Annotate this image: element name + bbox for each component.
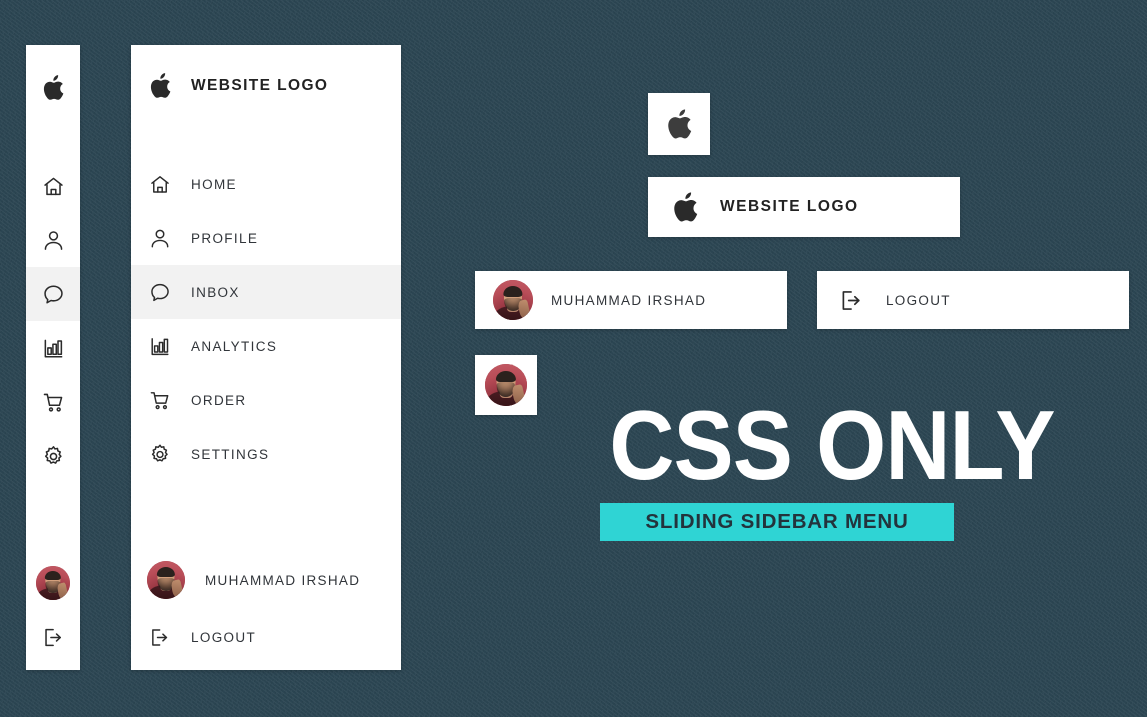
- user-name: MUHAMMAD IRSHAD: [551, 292, 707, 308]
- collapsed-sidebar-logo[interactable]: [26, 59, 80, 117]
- stage: WEBSITE LOGO HOME PROFILE INBOX ANALYTIC…: [0, 0, 1147, 717]
- sidebar-footer: MUHAMMAD IRSHAD LOGOUT: [131, 550, 401, 670]
- sidebar-user-row[interactable]: MUHAMMAD IRSHAD: [131, 550, 401, 610]
- cart-icon: [149, 389, 171, 412]
- sidebar-item-label: SETTINGS: [191, 446, 270, 462]
- logout-icon: [42, 626, 65, 649]
- chat-icon: [42, 283, 65, 306]
- person-icon: [42, 229, 65, 252]
- gear-icon: [149, 443, 171, 466]
- sidebar-item-logout[interactable]: LOGOUT: [131, 610, 401, 664]
- analytics-icon: [149, 335, 171, 358]
- subtitle-banner: SLIDING SIDEBAR MENU: [600, 503, 954, 542]
- collapsed-sidebar-footer: [26, 556, 80, 670]
- logout-label: LOGOUT: [886, 292, 951, 308]
- sidebar-item-logout[interactable]: [26, 610, 80, 664]
- sidebar-item-label: ANALYTICS: [191, 338, 278, 354]
- expanded-sidebar: WEBSITE LOGO HOME PROFILE INBOX ANALYTIC…: [131, 45, 401, 670]
- brand-name: WEBSITE LOGO: [191, 77, 329, 94]
- cart-icon: [42, 391, 65, 414]
- collapsed-sidebar: [26, 45, 80, 670]
- apple-logo-icon: [42, 75, 64, 101]
- sidebar-item-inbox[interactable]: [26, 267, 80, 321]
- logout-icon: [149, 626, 171, 649]
- sidebar-item-analytics[interactable]: ANALYTICS: [131, 319, 401, 373]
- sidebar-item-label: INBOX: [191, 284, 240, 300]
- apple-logo-icon: [672, 191, 698, 223]
- avatar: [36, 566, 70, 600]
- apple-logo-icon: [666, 108, 692, 140]
- sidebar-item-profile[interactable]: PROFILE: [131, 211, 401, 265]
- sidebar-item-inbox[interactable]: INBOX: [131, 265, 401, 319]
- analytics-icon: [42, 337, 65, 360]
- collapsed-nav-list: [26, 159, 80, 483]
- sidebar-item-settings[interactable]: SETTINGS: [131, 427, 401, 481]
- sidebar-item-label: PROFILE: [191, 230, 259, 246]
- sidebar-item-label: ORDER: [191, 392, 247, 408]
- home-icon: [149, 173, 171, 196]
- person-icon: [149, 227, 171, 250]
- sidebar-nav: HOME PROFILE INBOX ANALYTICS ORDER SETTI…: [131, 157, 401, 481]
- sidebar-item-analytics[interactable]: [26, 321, 80, 375]
- logout-callout-card: LOGOUT: [817, 271, 1129, 329]
- gear-icon: [42, 445, 65, 468]
- hero-block: CSS ONLY SLIDING SIDEBAR MENU: [594, 390, 1056, 542]
- page-title: CSS ONLY: [609, 390, 1055, 500]
- sidebar-item-profile[interactable]: [26, 213, 80, 267]
- avatar-callout-card: [475, 355, 537, 415]
- collapsed-avatar-row[interactable]: [26, 556, 80, 610]
- logout-icon: [839, 288, 864, 313]
- brand-name: WEBSITE LOGO: [720, 198, 859, 215]
- user-name: MUHAMMAD IRSHAD: [205, 572, 361, 588]
- sidebar-item-label: LOGOUT: [191, 629, 257, 645]
- avatar: [147, 561, 185, 599]
- logo-full-callout-card: WEBSITE LOGO: [648, 177, 960, 237]
- sidebar-item-home[interactable]: HOME: [131, 157, 401, 211]
- sidebar-item-settings[interactable]: [26, 429, 80, 483]
- collapsed-sidebar-spacer: [26, 117, 80, 159]
- sidebar-item-order[interactable]: ORDER: [131, 373, 401, 427]
- sidebar-item-home[interactable]: [26, 159, 80, 213]
- page-subtitle: SLIDING SIDEBAR MENU: [645, 510, 909, 534]
- sidebar-brand[interactable]: WEBSITE LOGO: [131, 55, 401, 117]
- chat-icon: [149, 281, 171, 304]
- sidebar-item-label: HOME: [191, 176, 237, 192]
- sidebar-item-order[interactable]: [26, 375, 80, 429]
- user-callout-card: MUHAMMAD IRSHAD: [475, 271, 787, 329]
- avatar: [493, 280, 533, 320]
- avatar: [485, 364, 527, 406]
- logo-icon-callout-card: [648, 93, 710, 155]
- home-icon: [42, 175, 65, 198]
- apple-logo-icon: [149, 73, 171, 99]
